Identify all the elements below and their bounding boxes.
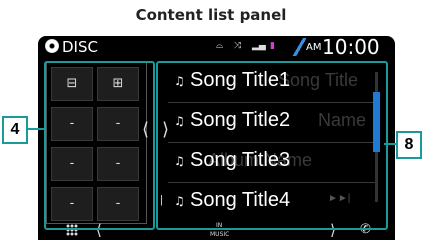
callout-frame-right: [156, 61, 388, 230]
loudness-icon: ⌓: [216, 41, 224, 51]
status-bar: DISC ⌓ ⤨ ▂▄ ▮ AM 10:00: [38, 36, 395, 59]
clock: 10:00: [322, 36, 380, 59]
page-caption: Content list panel: [135, 6, 287, 24]
callout-label-4: 4: [2, 116, 28, 144]
status-slash-icon: [292, 38, 306, 56]
disc-icon: [45, 39, 59, 53]
callout-connector: [384, 143, 396, 145]
music-label: MUSIC: [210, 231, 230, 238]
callout-connector: [26, 128, 44, 130]
battery-icon: ▮: [270, 41, 275, 51]
source-label[interactable]: DISC: [62, 38, 98, 56]
callout-label-8: 8: [396, 131, 422, 159]
repeat-icon: ⤨: [234, 41, 242, 51]
am-pm-label: AM: [306, 42, 322, 53]
callout-frame-left: [44, 61, 155, 230]
phone-signal-icon: ▂▄: [252, 41, 266, 51]
